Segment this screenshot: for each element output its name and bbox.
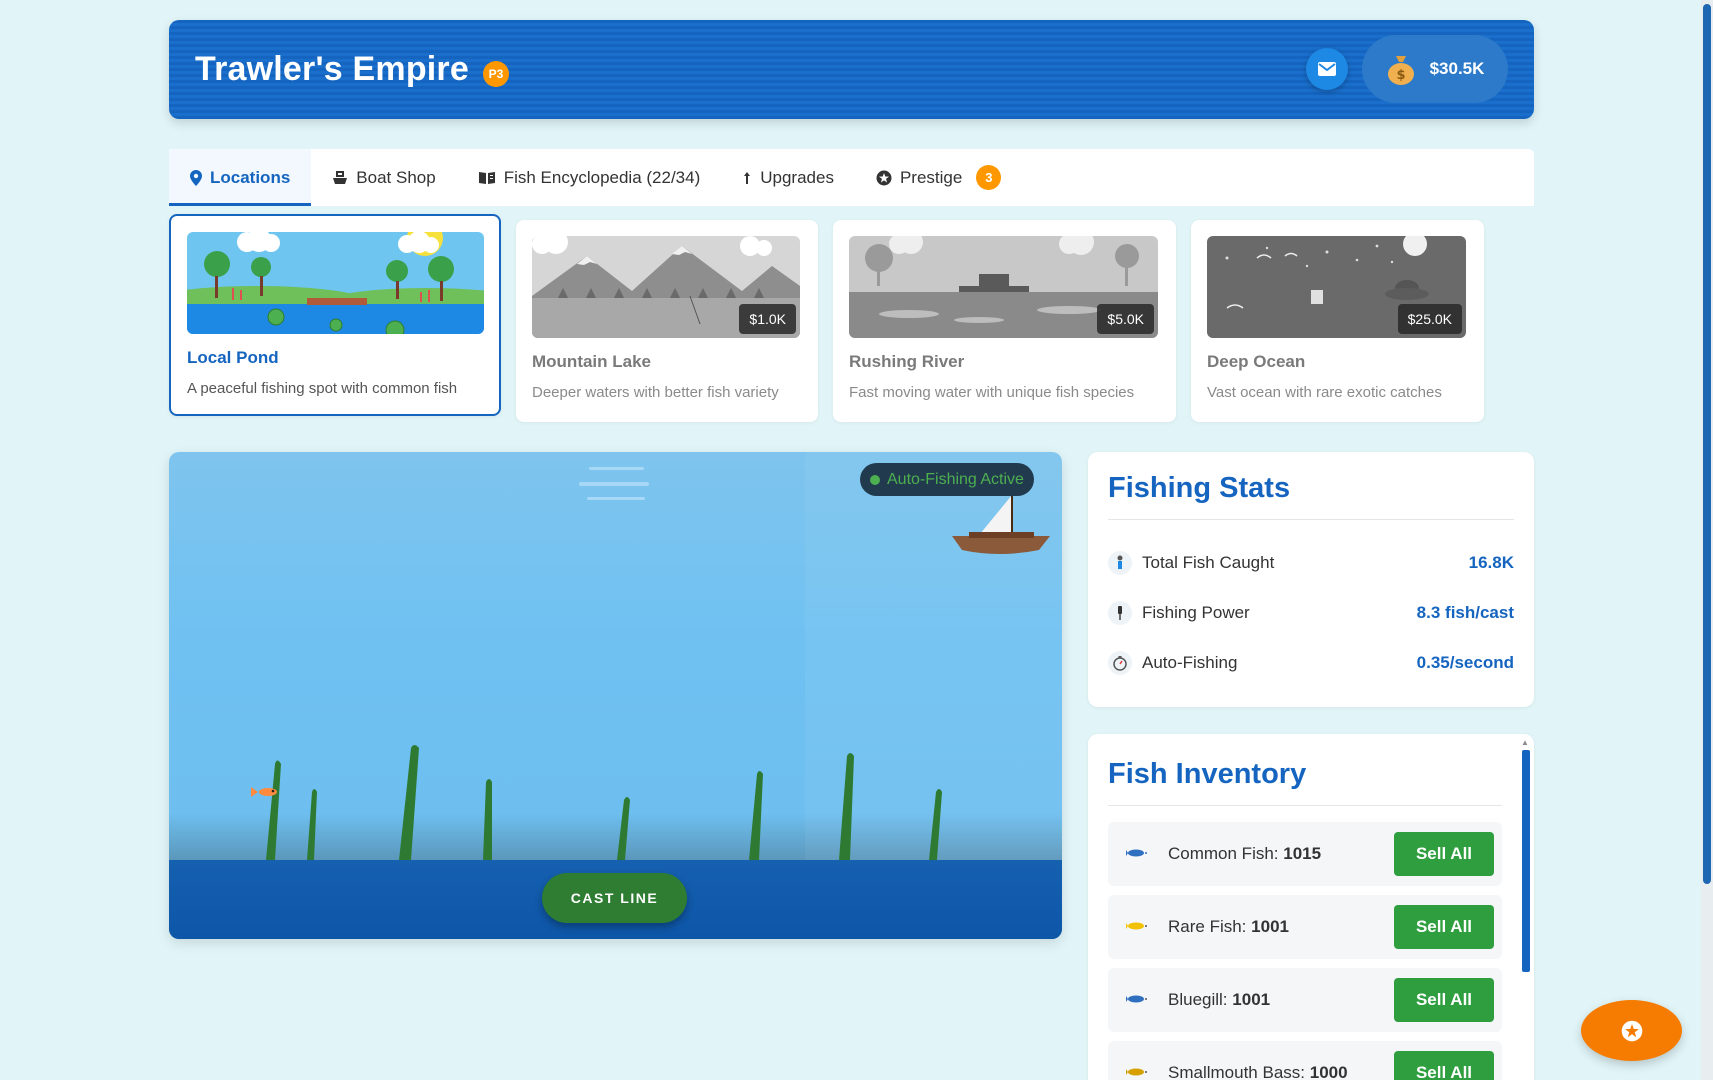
star-icon xyxy=(876,170,892,185)
stat-label: Auto-Fishing xyxy=(1142,653,1238,672)
fish-icon xyxy=(1126,845,1152,863)
tab-label: Locations xyxy=(210,167,291,187)
inventory-item: Smallmouth Bass: 1000 Sell All xyxy=(1108,1041,1502,1080)
cast-line-button[interactable]: CAST LINE xyxy=(542,873,687,923)
auto-fishing-label: Auto-Fishing Active xyxy=(887,470,1024,488)
fishing-scene[interactable]: Auto-Fishing Active CAST LINE xyxy=(169,452,1062,939)
tab-locations[interactable]: Locations xyxy=(169,149,312,206)
stats-divider xyxy=(1108,519,1514,520)
inventory-divider xyxy=(1108,805,1502,806)
book-icon xyxy=(478,171,495,184)
location-card-rushing-river[interactable]: $5.0K Rushing River Fast moving water wi… xyxy=(833,220,1176,422)
sell-all-button[interactable]: Sell All xyxy=(1394,905,1494,949)
tab-label: Boat Shop xyxy=(356,167,436,187)
location-price: $1.0K xyxy=(739,304,796,334)
stat-value: 16.8K xyxy=(1468,553,1514,572)
tab-fish-encyclopedia[interactable]: Fish Encyclopedia (22/34) xyxy=(457,149,722,206)
tab-prestige[interactable]: Prestige 3 xyxy=(855,149,1022,206)
fish-inventory-panel: ▲ Fish Inventory Common Fish: 1015 Sell … xyxy=(1088,734,1534,1080)
sell-all-button[interactable]: Sell All xyxy=(1394,1051,1494,1080)
stopwatch-icon xyxy=(1108,651,1132,675)
fish-icon xyxy=(1126,918,1152,936)
stat-total-fish: Total Fish Caught 16.8K xyxy=(1108,538,1514,588)
stat-auto-fishing: Auto-Fishing 0.35/second xyxy=(1108,638,1514,688)
stat-label: Fishing Power xyxy=(1142,603,1250,622)
location-card-local-pond[interactable]: Local Pond A peaceful fishing spot with … xyxy=(169,214,501,416)
prestige-notification-badge: 3 xyxy=(976,165,1002,190)
location-name: Mountain Lake xyxy=(532,352,652,371)
location-card-deep-ocean[interactable]: $25.0K Deep Ocean Vast ocean with rare e… xyxy=(1191,220,1484,422)
location-name: Rushing River xyxy=(849,352,965,371)
money-display: $ $30.5K xyxy=(1362,35,1508,103)
scroll-up-arrow-icon[interactable]: ▲ xyxy=(1521,738,1529,747)
fishing-rod-icon xyxy=(1108,601,1132,625)
inventory-item-count: 1015 xyxy=(1283,844,1322,863)
location-image-pond xyxy=(187,232,484,334)
envelope-icon xyxy=(1318,62,1336,76)
location-name: Local Pond xyxy=(187,348,279,367)
tab-boat-shop[interactable]: Boat Shop xyxy=(311,149,456,206)
stat-label: Total Fish Caught xyxy=(1142,553,1275,572)
inventory-item-name: Rare Fish: 1001 xyxy=(1168,917,1289,936)
money-amount: $30.5K xyxy=(1429,59,1485,78)
fish-icon xyxy=(1126,1064,1152,1080)
game-title: Trawler's Empire xyxy=(195,50,469,88)
inventory-item: Rare Fish: 1001 Sell All xyxy=(1108,895,1502,959)
stats-title: Fishing Stats xyxy=(1108,472,1291,504)
location-description: Vast ocean with rare exotic catches xyxy=(1207,384,1442,401)
tab-label: Prestige xyxy=(899,167,963,187)
inventory-scrollbar-thumb[interactable] xyxy=(1522,750,1530,972)
map-pin-icon xyxy=(190,169,202,186)
location-image-deep-ocean: $25.0K xyxy=(1207,236,1466,338)
inventory-item: Bluegill: 1001 Sell All xyxy=(1108,968,1502,1032)
game-container: Trawler's Empire P3 $ $30.5K Locations B… xyxy=(169,20,1534,1080)
location-description: Deeper waters with better fish variety xyxy=(532,384,779,401)
auto-fishing-indicator: Auto-Fishing Active xyxy=(860,463,1034,496)
page-scrollbar[interactable] xyxy=(1701,0,1713,1080)
inventory-item-count: 1000 xyxy=(1309,1063,1348,1080)
fishing-stats-panel: Fishing Stats Total Fish Caught 16.8K Fi… xyxy=(1088,452,1534,707)
location-description: A peaceful fishing spot with common fish xyxy=(187,380,458,397)
fisher-icon xyxy=(1108,551,1132,575)
stat-value: 0.35/second xyxy=(1416,653,1514,672)
inventory-item-count: 1001 xyxy=(1251,917,1289,936)
location-list: Local Pond A peaceful fishing spot with … xyxy=(169,214,1534,422)
inventory-item-name: Bluegill: 1001 xyxy=(1168,990,1271,1009)
inventory-item-count: 1001 xyxy=(1232,990,1271,1009)
inventory-item-name: Smallmouth Bass: 1000 xyxy=(1168,1063,1348,1080)
location-image-mountain-lake: $1.0K xyxy=(532,236,800,338)
game-header: Trawler's Empire P3 $ $30.5K xyxy=(169,20,1534,119)
mail-button[interactable] xyxy=(1306,48,1348,90)
prestige-fab-button[interactable] xyxy=(1581,1000,1682,1061)
star-icon xyxy=(1621,1020,1642,1041)
scene-drawing xyxy=(251,467,1050,860)
money-bag-icon: $ xyxy=(1387,56,1414,85)
location-description: Fast moving water with unique fish speci… xyxy=(849,384,1135,401)
status-dot xyxy=(870,474,880,485)
svg-text:$: $ xyxy=(1396,68,1405,83)
tab-upgrades[interactable]: Upgrades xyxy=(721,149,855,206)
main-tabs: Locations Boat Shop Fish Encyclopedia (2… xyxy=(169,149,1534,206)
ship-icon xyxy=(333,170,348,184)
inventory-title: Fish Inventory xyxy=(1108,758,1307,790)
stat-value: 8.3 fish/cast xyxy=(1416,603,1514,622)
location-image-rushing-river: $5.0K xyxy=(849,236,1158,338)
location-price: $25.0K xyxy=(1397,304,1462,334)
location-price: $5.0K xyxy=(1097,304,1154,334)
stat-fishing-power: Fishing Power 8.3 fish/cast xyxy=(1108,588,1514,638)
sell-all-button[interactable]: Sell All xyxy=(1394,978,1494,1022)
page-scrollbar-thumb[interactable] xyxy=(1703,4,1711,884)
tab-label: Upgrades xyxy=(760,167,834,187)
sell-all-button[interactable]: Sell All xyxy=(1394,832,1494,876)
location-card-mountain-lake[interactable]: $1.0K Mountain Lake Deeper waters with b… xyxy=(516,220,818,422)
tab-label: Fish Encyclopedia (22/34) xyxy=(503,167,701,187)
inventory-item-name: Common Fish: 1015 xyxy=(1168,844,1322,863)
location-name: Deep Ocean xyxy=(1207,352,1306,371)
prestige-level-badge: P3 xyxy=(482,60,509,87)
boat-icon xyxy=(952,495,1050,554)
inventory-scrollbar[interactable]: ▲ xyxy=(1520,738,1530,1080)
fish-icon xyxy=(1126,991,1152,1009)
arrow-up-icon xyxy=(744,171,751,184)
inventory-item: Common Fish: 1015 Sell All xyxy=(1108,822,1502,886)
